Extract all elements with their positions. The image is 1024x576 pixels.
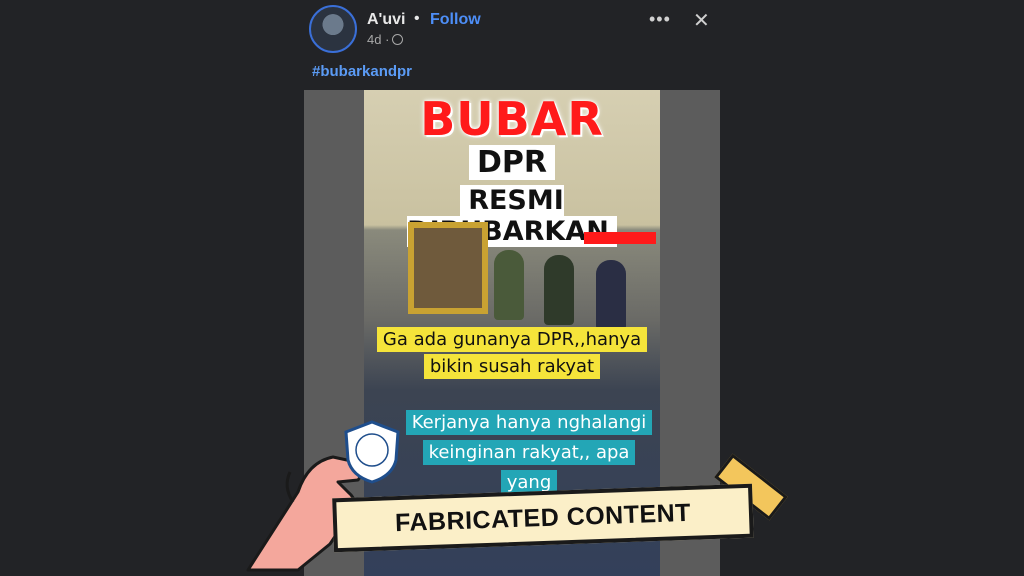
video-line-dpr: DPR (364, 145, 660, 180)
more-options-button[interactable]: ••• (649, 9, 671, 30)
hashtag-link[interactable]: #bubarkandpr (312, 63, 412, 80)
person-figure (596, 260, 626, 330)
person-figure (494, 250, 524, 320)
fabricated-content-banner: FABRICATED CONTENT (332, 483, 754, 553)
fabricated-content-label: FABRICATED CONTENT (394, 498, 692, 537)
close-button[interactable]: ✕ (693, 8, 710, 33)
post-header: A'uvi • Follow 4d · ••• ✕ (309, 5, 719, 55)
post-time[interactable]: 4d · (367, 32, 389, 47)
fact-check-stamp: FABRICATED CONTENT (238, 420, 798, 576)
globe-icon (392, 34, 404, 45)
video-headline: BUBAR (420, 92, 604, 146)
author-name[interactable]: A'uvi (367, 11, 405, 29)
post-meta: 4d · (367, 32, 404, 47)
avatar[interactable] (309, 5, 357, 53)
person-figure (544, 255, 574, 325)
red-bar (584, 232, 656, 244)
caption-yellow: Ga ada gunanya DPR,,hanya bikin susah ra… (364, 326, 660, 380)
follow-button[interactable]: Follow (430, 11, 481, 29)
portrait-frame (408, 222, 488, 314)
mafindo-badge-icon (344, 420, 400, 484)
separator-dot: • (414, 10, 420, 27)
